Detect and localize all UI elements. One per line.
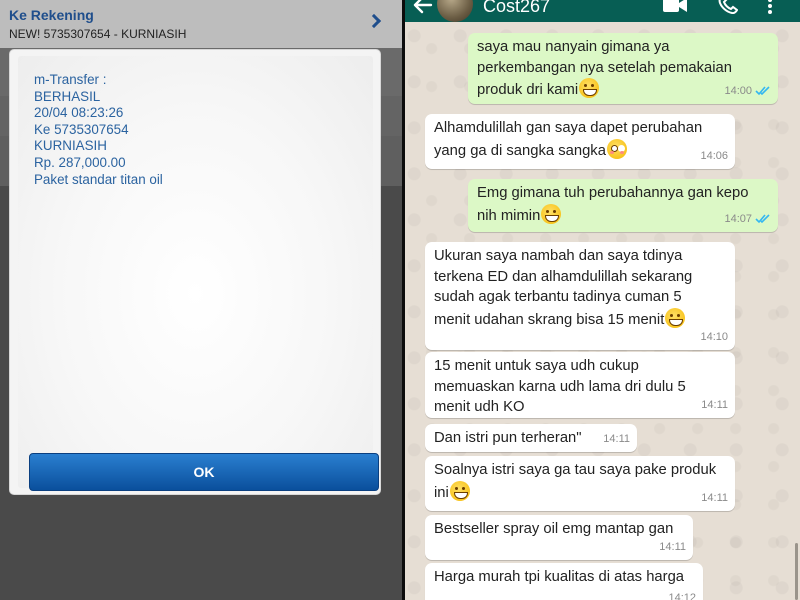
message-text-line: perkembangan nya setelah pemakaian: [477, 59, 733, 76]
grinning-emoji-icon: [579, 78, 600, 98]
message-text: menit udahan skrang bisa 15 menit: [434, 311, 665, 328]
timestamp-text: 14:11: [659, 540, 686, 553]
message-timestamp: 14:11: [603, 429, 630, 450]
timestamp-text: 14:12: [668, 591, 696, 600]
incoming-message-bubble[interactable]: Harga murah tpi kualitas di atas harga 14…: [425, 563, 703, 600]
transfer-line-type: m-Transfer :: [34, 72, 107, 87]
message-text-line: yang ga di sangka sangka: [434, 138, 727, 162]
message-timestamp: 14:06: [700, 146, 728, 167]
flushed-emoji-icon: [606, 138, 627, 159]
message-text-line: Alhamdulillah gan saya dapet perubahan: [434, 120, 703, 136]
incoming-message-bubble[interactable]: Alhamdulillah gan saya dapet perubahan ya…: [425, 114, 735, 169]
message-timestamp: 14:11: [659, 537, 686, 558]
grinning-emoji-icon: [665, 307, 686, 328]
transfer-line-recipient: KURNIASIH: [34, 138, 107, 154]
read-receipt-icon: [755, 213, 770, 223]
message-text: ini: [434, 484, 449, 501]
transfer-line-account: Ke 5735307654: [34, 121, 129, 137]
incoming-message-bubble[interactable]: Bestseller spray oil emg mantap gan 14:11: [425, 515, 693, 560]
message-text-line: menit udahan skrang bisa 15 menit: [434, 307, 727, 331]
timestamp-text: 14:11: [701, 398, 728, 411]
read-receipt-icon: [755, 85, 770, 95]
rekening-header[interactable]: Ke Rekening NEW! 5735307654 - KURNIASIH: [0, 0, 402, 48]
banking-app-panel: Ke Rekening NEW! 5735307654 - KURNIASIH …: [0, 0, 402, 600]
message-timestamp: 14:00: [724, 81, 771, 102]
incoming-message-bubble[interactable]: Dan istri pun terheran" 14:11: [425, 424, 637, 452]
message-text-line: ini: [434, 480, 727, 504]
ok-button[interactable]: OK: [29, 453, 379, 491]
message-text-line: Emg gimana tuh perubahannya gan kepo: [477, 185, 749, 201]
message-text: nih mimin: [477, 207, 541, 224]
transfer-line-status: BERHASIL: [34, 88, 101, 104]
transfer-line-datetime: 20/04 08:23:26: [34, 105, 124, 121]
transfer-result-dialog: m-Transfer : BERHASIL 20/04 08:23:26 Ke …: [9, 49, 381, 495]
message-text-line: memuaskan karna udh lama dri dulu 5: [434, 378, 686, 395]
transfer-line-amount: Rp. 287,000.00: [34, 154, 126, 170]
incoming-message-bubble[interactable]: Ukuran saya nambah dan saya tdinya terken…: [425, 242, 735, 350]
transfer-line-note: Paket standar titan oil: [34, 171, 163, 187]
message-text-line: Ukuran saya nambah dan saya tdinya: [434, 248, 683, 264]
message-text-line: Dan istri pun terheran": [434, 430, 582, 446]
timestamp-text: 14:07: [724, 212, 752, 225]
rekening-subtitle: NEW! 5735307654 - KURNIASIH: [9, 27, 187, 41]
timestamp-text: 14:10: [700, 330, 728, 343]
grinning-emoji-icon: [449, 480, 470, 501]
avatar[interactable]: [437, 0, 473, 22]
message-timestamp: 14:07: [724, 209, 771, 230]
message-text-line: menit udh KO: [434, 399, 525, 415]
message-text-line: 15 menit untuk saya udh cukup: [434, 358, 639, 374]
whatsapp-chat-panel: saya mau nanyain gimana ya perkembangan n…: [405, 0, 800, 600]
message-text-line: Bestseller spray oil emg mantap gan: [434, 521, 674, 537]
contact-name[interactable]: Cost267: [483, 0, 550, 17]
incoming-message-bubble[interactable]: Soalnya istri saya ga tau saya pake prod…: [425, 456, 735, 511]
timestamp-text: 14:11: [701, 491, 728, 504]
message-text-line: terkena ED dan alhamdulillah sekarang: [434, 268, 693, 285]
message-text-line: sudah agak terbantu tadinya cuman 5: [434, 289, 682, 305]
video-call-icon[interactable]: [663, 0, 687, 12]
outgoing-message-bubble[interactable]: saya mau nanyain gimana ya perkembangan n…: [468, 33, 778, 104]
timestamp-text: 14:11: [603, 432, 630, 445]
message-text-line: saya mau nanyain gimana ya: [477, 39, 670, 55]
incoming-message-bubble[interactable]: 15 menit untuk saya udh cukup memuaskan k…: [425, 352, 735, 418]
message-text: yang ga di sangka sangka: [434, 142, 606, 159]
back-arrow-icon[interactable]: [413, 0, 433, 14]
scrollbar-thumb[interactable]: [795, 543, 798, 600]
chat-header: Cost267: [405, 0, 800, 22]
grinning-emoji-icon: [541, 203, 562, 224]
transfer-message: m-Transfer : BERHASIL 20/04 08:23:26 Ke …: [34, 72, 163, 188]
message-timestamp: 14:12: [668, 588, 696, 600]
more-menu-icon[interactable]: [767, 0, 773, 15]
timestamp-text: 14:06: [700, 149, 728, 162]
message-text: produk dri kami: [477, 82, 579, 98]
message-timestamp: 14:11: [701, 488, 728, 509]
dialog-body: m-Transfer : BERHASIL 20/04 08:23:26 Ke …: [18, 56, 379, 491]
message-text-line: Soalnya istri saya ga tau saya pake prod…: [434, 462, 717, 478]
phone-call-icon[interactable]: [718, 0, 738, 14]
message-timestamp: 14:10: [700, 327, 728, 348]
chevron-right-icon[interactable]: [366, 13, 382, 29]
outgoing-message-bubble[interactable]: Emg gimana tuh perubahannya gan kepo nih …: [468, 179, 778, 232]
message-text-line: Harga murah tpi kualitas di atas harga: [434, 569, 685, 585]
rekening-title: Ke Rekening: [9, 7, 94, 23]
timestamp-text: 14:00: [724, 84, 752, 97]
message-timestamp: 14:11: [701, 395, 728, 416]
